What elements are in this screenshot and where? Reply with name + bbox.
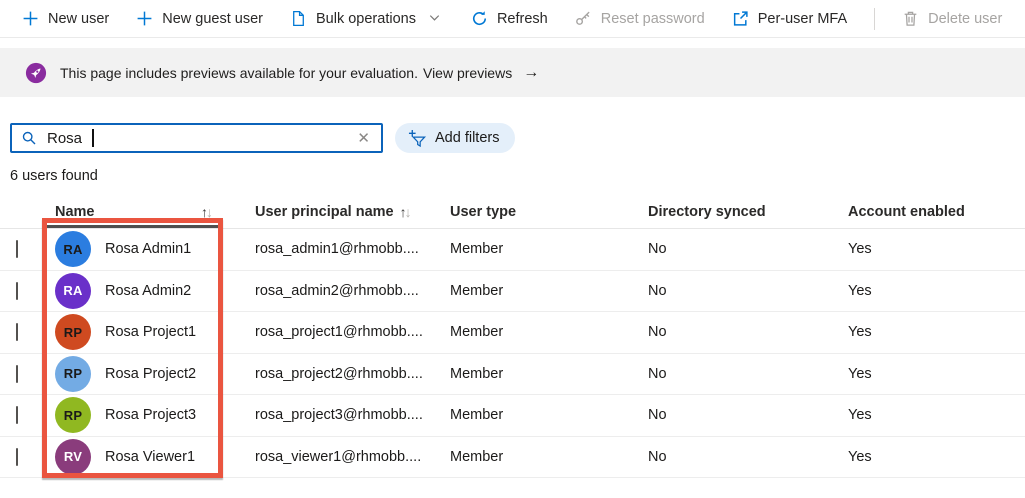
avatar: RV: [55, 438, 91, 475]
user-name[interactable]: Rosa Admin1: [105, 241, 255, 257]
sort-arrows-icon: ↑↓: [201, 203, 213, 220]
per-user-mfa-label: Per-user MFA: [757, 10, 848, 27]
add-filters-label: Add filters: [435, 130, 500, 146]
column-header-account-enabled[interactable]: Account enabled: [848, 204, 1025, 220]
reset-password-button[interactable]: Reset password: [575, 10, 705, 27]
user-type: Member: [450, 448, 504, 465]
directory-synced: No: [648, 241, 667, 258]
user-principal-name: rosa_project2@rhmobb....: [255, 365, 423, 382]
avatar: RA: [55, 231, 91, 268]
user-principal-name: rosa_project1@rhmobb....: [255, 324, 423, 341]
row-checkbox[interactable]: [16, 364, 18, 383]
user-name[interactable]: Rosa Admin2: [105, 283, 255, 299]
trash-icon: [902, 10, 919, 27]
directory-synced: No: [648, 324, 667, 341]
add-filters-button[interactable]: Add filters: [395, 123, 516, 153]
directory-synced: No: [648, 365, 667, 382]
refresh-button[interactable]: Refresh: [471, 10, 548, 27]
results-count: 6 users found: [10, 168, 98, 184]
account-enabled: Yes: [848, 365, 872, 382]
search-value: Rosa: [47, 129, 83, 147]
table-body: RA Rosa Admin1 rosa_admin1@rhmobb.... Me…: [0, 229, 1025, 478]
user-principal-name: rosa_viewer1@rhmobb....: [255, 448, 422, 465]
user-type: Member: [450, 324, 504, 341]
row-checkbox[interactable]: [16, 323, 18, 342]
new-guest-user-label: New guest user: [162, 10, 263, 27]
avatar: RP: [55, 314, 91, 351]
toolbar-divider: [874, 7, 876, 30]
avatar: RA: [55, 272, 91, 309]
table-row[interactable]: RV Rosa Viewer1 rosa_viewer1@rhmobb.... …: [0, 437, 1025, 478]
bulk-operations-button[interactable]: Bulk operations: [290, 10, 444, 27]
user-name[interactable]: Rosa Project1: [105, 324, 255, 340]
avatar: RP: [55, 397, 91, 434]
column-header-user-type[interactable]: User type: [450, 204, 648, 220]
account-enabled: Yes: [848, 324, 872, 341]
table-header: Name ↑↓ User principal name ↑↓ User type…: [0, 195, 1025, 229]
row-checkbox[interactable]: [16, 447, 18, 466]
banner-text: This page includes previews available fo…: [60, 64, 539, 82]
user-type: Member: [450, 365, 504, 382]
row-checkbox[interactable]: [16, 406, 18, 425]
column-header-upn[interactable]: User principal name ↑↓: [255, 204, 450, 220]
column-header-directory-synced[interactable]: Directory synced: [648, 204, 848, 220]
refresh-icon: [471, 10, 488, 27]
new-guest-user-button[interactable]: New guest user: [136, 10, 263, 27]
row-checkbox[interactable]: [16, 281, 18, 300]
table-row[interactable]: RP Rosa Project2 rosa_project2@rhmobb...…: [0, 354, 1025, 395]
sort-arrows-icon: ↑↓: [399, 203, 412, 220]
user-type: Member: [450, 282, 504, 299]
preview-banner: This page includes previews available fo…: [0, 48, 1025, 97]
banner-message: This page includes previews available fo…: [60, 64, 418, 81]
plus-icon: [22, 10, 39, 27]
key-icon: [575, 10, 592, 27]
bulk-operations-label: Bulk operations: [316, 10, 416, 27]
new-user-label: New user: [48, 10, 110, 27]
arrow-right-icon[interactable]: →: [523, 64, 539, 82]
refresh-label: Refresh: [496, 10, 548, 27]
user-principal-name: rosa_project3@rhmobb....: [255, 407, 423, 424]
plus-icon: [136, 10, 153, 27]
document-icon: [290, 10, 307, 27]
user-type: Member: [450, 407, 504, 424]
command-bar: New user New guest user Bulk operations …: [0, 0, 1025, 38]
search-row: Rosa ✕ Add filters: [10, 123, 1025, 153]
table-row[interactable]: RA Rosa Admin1 rosa_admin1@rhmobb.... Me…: [0, 229, 1025, 271]
table-row[interactable]: RP Rosa Project3 rosa_project3@rhmobb...…: [0, 395, 1025, 437]
row-checkbox[interactable]: [16, 240, 18, 259]
new-user-button[interactable]: New user: [22, 10, 109, 27]
account-enabled: Yes: [848, 448, 872, 465]
user-type: Member: [450, 241, 504, 258]
chevron-down-icon: [427, 10, 444, 27]
avatar: RP: [55, 355, 91, 392]
account-enabled: Yes: [848, 241, 872, 258]
search-input[interactable]: Rosa ✕: [10, 123, 383, 153]
delete-user-label: Delete user: [928, 10, 1003, 27]
search-icon: [21, 130, 38, 147]
account-enabled: Yes: [848, 282, 872, 299]
user-principal-name: rosa_admin1@rhmobb....: [255, 241, 419, 258]
directory-synced: No: [648, 448, 667, 465]
delete-user-button[interactable]: Delete user: [902, 10, 1002, 27]
clear-search-icon[interactable]: ✕: [355, 129, 372, 147]
directory-synced: No: [648, 282, 667, 299]
column-header-name[interactable]: Name ↑↓: [55, 204, 255, 220]
preview-rocket-icon: [25, 62, 47, 84]
reset-password-label: Reset password: [600, 10, 705, 27]
add-filter-icon: [408, 129, 427, 148]
users-table: Name ↑↓ User principal name ↑↓ User type…: [0, 195, 1025, 478]
per-user-mfa-button[interactable]: Per-user MFA: [732, 10, 847, 27]
external-link-icon: [732, 10, 749, 27]
table-row[interactable]: RA Rosa Admin2 rosa_admin2@rhmobb.... Me…: [0, 271, 1025, 312]
table-row[interactable]: RP Rosa Project1 rosa_project1@rhmobb...…: [0, 312, 1025, 354]
view-previews-link[interactable]: View previews: [423, 65, 512, 81]
user-name[interactable]: Rosa Project2: [105, 366, 255, 382]
user-name[interactable]: Rosa Project3: [105, 407, 255, 423]
directory-synced: No: [648, 407, 667, 424]
account-enabled: Yes: [848, 407, 872, 424]
user-principal-name: rosa_admin2@rhmobb....: [255, 282, 419, 299]
user-name[interactable]: Rosa Viewer1: [105, 449, 255, 465]
text-cursor: [92, 129, 94, 147]
